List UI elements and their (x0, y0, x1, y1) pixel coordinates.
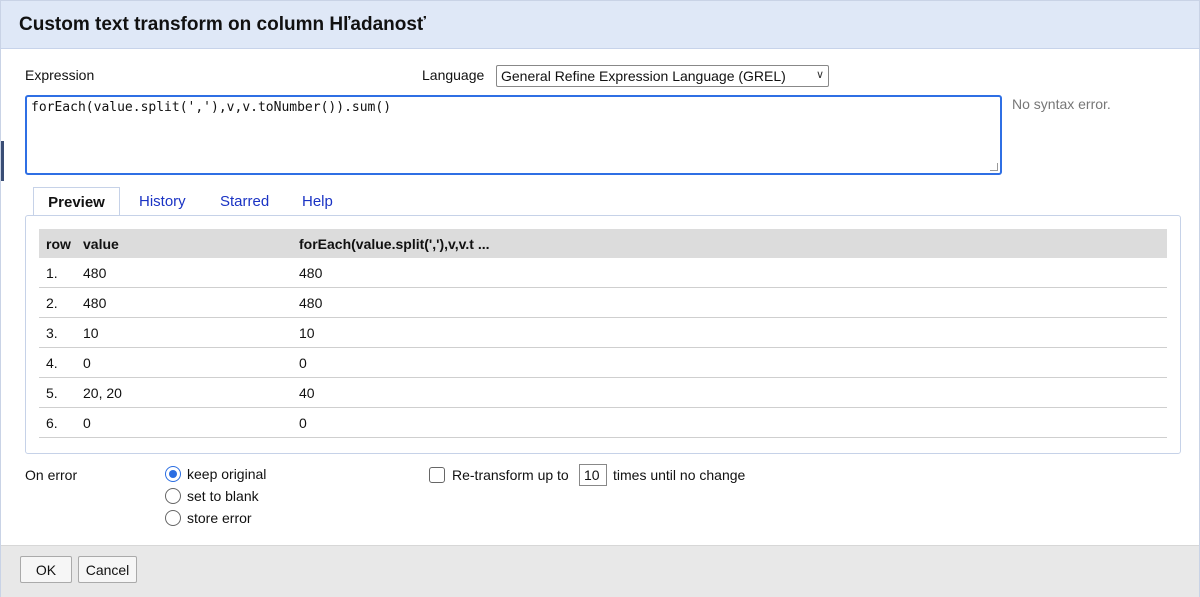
expression-text: forEach(value.split(','),v,v.toNumber())… (31, 100, 392, 115)
syntax-status: No syntax error. (1012, 96, 1111, 112)
table-row: 4. 0 0 (39, 348, 1167, 378)
ok-button[interactable]: OK (20, 556, 72, 583)
table-row: 6. 0 0 (39, 408, 1167, 438)
tab-history[interactable]: History (139, 187, 186, 216)
row-number: 3. (46, 325, 58, 341)
language-select-value: General Refine Expression Language (GREL… (501, 68, 786, 84)
row-number: 5. (46, 385, 58, 401)
row-value: 10 (83, 325, 99, 341)
radio-label: store error (187, 510, 252, 526)
dialog-title: Custom text transform on column Hľadanos… (19, 14, 427, 35)
row-value: 480 (83, 265, 107, 281)
retransform-suffix: times until no change (613, 467, 746, 483)
resize-handle-icon[interactable] (990, 163, 998, 171)
transform-dialog: Custom text transform on column Hľadanos… (0, 0, 1200, 597)
radio-label: keep original (187, 466, 267, 482)
row-number: 2. (46, 295, 58, 311)
dialog-footer (1, 545, 1199, 597)
row-number: 1. (46, 265, 58, 281)
language-select[interactable]: General Refine Expression Language (GREL… (496, 65, 829, 87)
table-row: 2. 480 480 (39, 288, 1167, 318)
chevron-down-icon: ∨ (815, 69, 824, 81)
row-result: 0 (299, 415, 307, 431)
tab-preview[interactable]: Preview (33, 187, 120, 216)
on-error-label: On error (25, 467, 78, 483)
row-value: 0 (83, 415, 91, 431)
row-value: 480 (83, 295, 107, 311)
tab-help[interactable]: Help (302, 187, 333, 216)
row-result: 40 (299, 385, 315, 401)
preview-table-header: row value forEach(value.split(','),v,v.t… (39, 229, 1167, 258)
background-window-edge (1, 141, 4, 181)
row-result: 480 (299, 295, 323, 311)
radio-unchecked-icon[interactable] (165, 488, 181, 504)
radio-label: set to blank (187, 488, 259, 504)
retransform-prefix: Re-transform up to (452, 467, 569, 483)
row-result: 0 (299, 355, 307, 371)
retransform-checkbox[interactable] (429, 467, 445, 483)
row-value: 20, 20 (83, 385, 122, 401)
row-number: 4. (46, 355, 58, 371)
row-result: 480 (299, 265, 323, 281)
expression-label: Expression (25, 67, 95, 83)
row-result: 10 (299, 325, 315, 341)
language-label: Language (422, 67, 485, 83)
retransform-times-input[interactable]: 10 (579, 464, 607, 486)
table-row: 3. 10 10 (39, 318, 1167, 348)
tab-starred[interactable]: Starred (220, 187, 269, 216)
header-row: row (46, 236, 71, 252)
header-result: forEach(value.split(','),v,v.t ... (299, 236, 490, 252)
table-row: 1. 480 480 (39, 258, 1167, 288)
radio-unchecked-icon[interactable] (165, 510, 181, 526)
expression-input[interactable]: forEach(value.split(','),v,v.toNumber())… (25, 95, 1002, 175)
header-value: value (83, 236, 119, 252)
row-value: 0 (83, 355, 91, 371)
cancel-button[interactable]: Cancel (78, 556, 137, 583)
row-number: 6. (46, 415, 58, 431)
table-row: 5. 20, 20 40 (39, 378, 1167, 408)
radio-checked-icon[interactable] (165, 466, 181, 482)
dialog-titlebar[interactable]: Custom text transform on column Hľadanos… (1, 1, 1199, 49)
